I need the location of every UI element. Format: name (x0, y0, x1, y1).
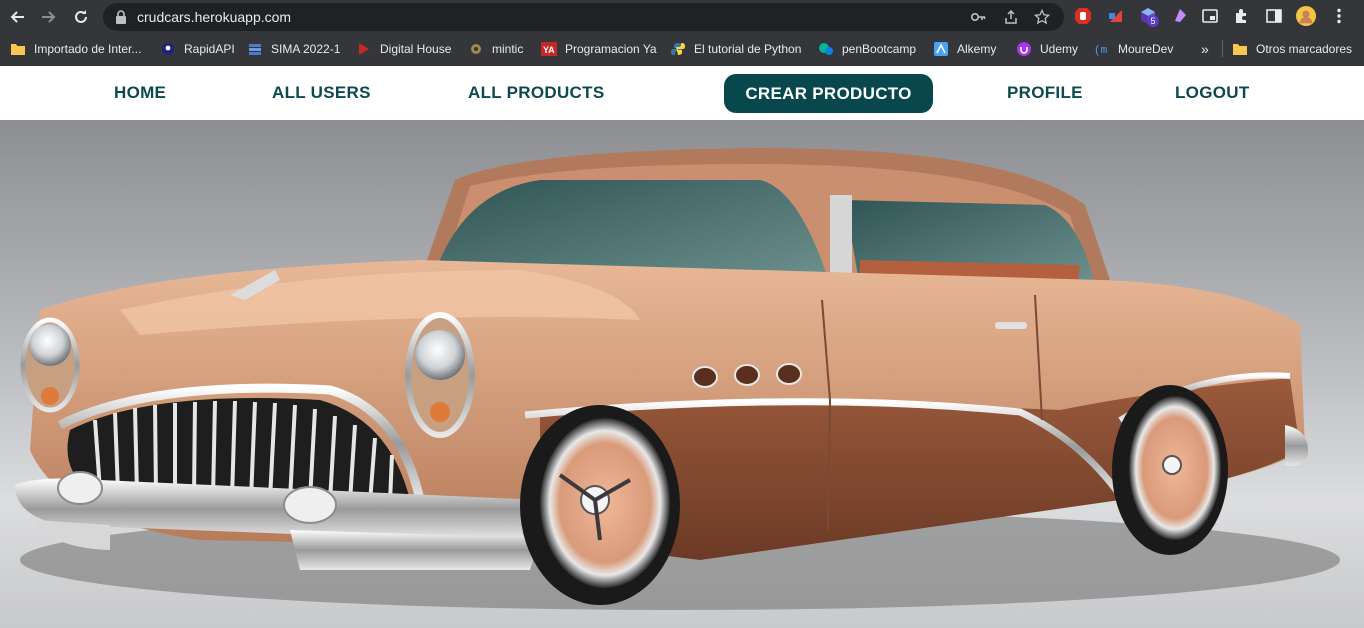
bookmarks-overflow-button[interactable]: » (1201, 39, 1209, 59)
python-icon (670, 41, 686, 57)
picture-in-picture-icon[interactable] (1200, 6, 1220, 26)
svg-text:(m: (m (1094, 45, 1108, 56)
hero-car-image (0, 120, 1364, 628)
sima-icon (247, 41, 263, 57)
side-panel-icon[interactable] (1264, 6, 1284, 26)
bookmarks-bar: Importado de Inter... RapidAPI SIMA 2022… (0, 35, 1364, 62)
adblock-extension-icon[interactable] (1073, 6, 1093, 26)
mouredev-icon: (m (1094, 41, 1110, 57)
bookmark-programacion-ya[interactable]: YA Programacion Ya (541, 39, 657, 59)
bookmark-label: penBootcamp (842, 42, 917, 56)
penbootcamp-icon (818, 41, 834, 57)
extension-badge: 5 (1147, 15, 1159, 27)
cube-extension-icon[interactable]: 5 (1138, 6, 1159, 27)
site-navbar: HOME ALL USERS ALL PRODUCTS CREAR PRODUC… (0, 66, 1364, 120)
bookmark-sima[interactable]: SIMA 2022-1 (247, 39, 340, 59)
puzzle-tools-extension-icon[interactable] (1106, 6, 1126, 26)
bookmark-label: RapidAPI (184, 42, 235, 56)
bookmark-label: Importado de Inter... (34, 42, 142, 56)
bookmark-alkemy[interactable]: Alkemy (933, 39, 996, 59)
digital-house-icon (356, 41, 372, 57)
reload-icon (75, 10, 87, 23)
nav-home-link[interactable]: HOME (114, 66, 166, 120)
nav-profile-link[interactable]: PROFILE (1007, 66, 1083, 120)
lock-icon (116, 10, 126, 24)
star-icon[interactable] (1033, 8, 1051, 26)
bookmark-rapidapi[interactable]: RapidAPI (160, 39, 235, 59)
bookmark-label: Alkemy (957, 42, 997, 56)
udemy-icon (1016, 41, 1032, 57)
programacion-ya-icon: YA (541, 41, 557, 57)
forward-button[interactable] (37, 5, 61, 29)
profile-avatar-icon[interactable] (1296, 6, 1316, 26)
folder-icon (10, 41, 26, 57)
nav-all-products-link[interactable]: ALL PRODUCTS (468, 66, 604, 120)
mintic-icon (468, 41, 484, 57)
forward-arrow-icon (42, 11, 56, 23)
url-text: crudcars.herokuapp.com (137, 9, 292, 25)
bookmark-importado[interactable]: Importado de Inter... (10, 39, 141, 59)
share-icon[interactable] (1002, 8, 1020, 26)
bookmark-digital-house[interactable]: Digital House (356, 39, 451, 59)
vintage-car-illustration (0, 120, 1364, 628)
bookmark-python[interactable]: El tutorial de Python (670, 39, 801, 59)
bookmark-label: Udemy (1040, 42, 1079, 56)
bookmark-label: MoureDev (1118, 42, 1174, 56)
bookmark-mouredev[interactable]: (m MoureDev (1094, 39, 1173, 59)
folder-icon (1232, 41, 1248, 57)
bookmark-label: Otros marcadores (1256, 42, 1353, 56)
gem-extension-icon[interactable] (1170, 6, 1190, 26)
bookmark-label: Digital House (380, 42, 452, 56)
bookmark-label: SIMA 2022-1 (271, 42, 341, 56)
nav-logout-link[interactable]: LOGOUT (1175, 66, 1250, 120)
reload-button[interactable] (69, 5, 93, 29)
bookmark-penbootcamp[interactable]: penBootcamp (818, 39, 916, 59)
bookmark-label: mintic (492, 42, 524, 56)
nav-all-users-link[interactable]: ALL USERS (272, 66, 371, 120)
rapidapi-icon (160, 41, 176, 57)
address-bar[interactable]: crudcars.herokuapp.com (103, 3, 1064, 31)
browser-chrome: crudcars.herokuapp.com 5 Importado de In… (0, 0, 1364, 66)
bookmark-udemy[interactable]: Udemy (1016, 39, 1078, 59)
bookmark-mintic[interactable]: mintic (468, 39, 523, 59)
bookmark-label: Programacion Ya (565, 42, 657, 56)
key-icon[interactable] (969, 8, 987, 26)
bookmarks-separator (1222, 40, 1223, 57)
crear-producto-button[interactable]: CREAR PRODUCTO (724, 74, 933, 113)
extensions-puzzle-icon[interactable] (1232, 6, 1252, 26)
svg-text:YA: YA (543, 45, 555, 55)
menu-kebab-icon[interactable] (1329, 6, 1349, 26)
bookmark-otros-marcadores[interactable]: Otros marcadores (1232, 39, 1352, 59)
bookmark-label: El tutorial de Python (694, 42, 802, 56)
back-arrow-icon (10, 11, 24, 23)
back-button[interactable] (5, 5, 29, 29)
browser-toolbar: crudcars.herokuapp.com 5 (0, 0, 1364, 33)
alkemy-icon (933, 41, 949, 57)
